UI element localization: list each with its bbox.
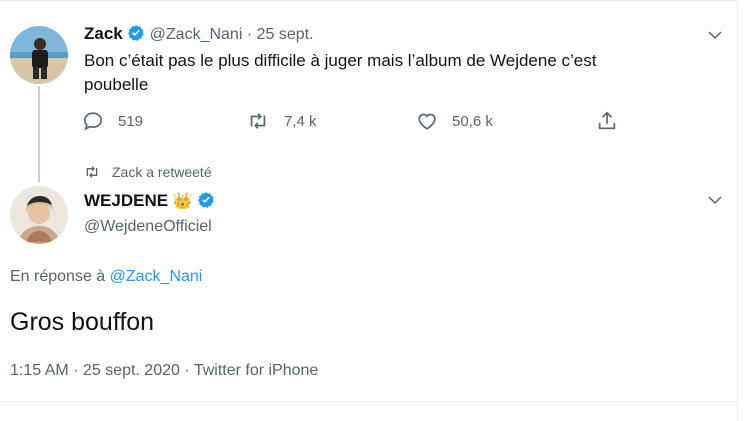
reply-icon bbox=[83, 112, 103, 131]
chevron-down-icon[interactable] bbox=[706, 191, 724, 209]
avatar-wejdene[interactable] bbox=[10, 186, 68, 244]
reply-context: En réponse à @Zack_Nani bbox=[10, 268, 202, 286]
tweet-text-line: Bon c’était pas le plus difficile à juge… bbox=[84, 51, 597, 70]
tweet2-text: Gros bouffon bbox=[10, 308, 155, 336]
author-handle[interactable]: @WejdeneOfficiel bbox=[84, 218, 212, 236]
divider bbox=[0, 401, 738, 402]
reply-button[interactable]: 519 bbox=[82, 110, 143, 132]
dot-separator: · bbox=[246, 26, 253, 43]
author-name[interactable]: Zack bbox=[84, 24, 123, 43]
verified-badge-icon bbox=[198, 192, 214, 208]
tweet1-header: Zack @Zack_Nani · 25 sept. bbox=[84, 24, 314, 44]
tweet-date[interactable]: 25 sept. bbox=[257, 26, 314, 43]
like-icon bbox=[418, 113, 436, 130]
author-handle[interactable]: @Zack_Nani bbox=[150, 26, 243, 43]
retweet-button[interactable]: 7,4 k bbox=[246, 110, 317, 132]
verified-badge-icon bbox=[128, 25, 144, 41]
retweet-icon bbox=[86, 166, 98, 178]
reply-prefix: En réponse à bbox=[10, 268, 106, 285]
thread-connector bbox=[38, 86, 40, 182]
share-button[interactable] bbox=[596, 110, 618, 132]
crown-emoji: 👑 bbox=[172, 193, 193, 210]
share-icon bbox=[598, 111, 616, 130]
like-button[interactable]: 50,6 k bbox=[416, 110, 493, 132]
reply-count: 519 bbox=[118, 112, 144, 130]
retweet-notice[interactable]: Zack a retweeté bbox=[84, 164, 212, 180]
retweet-icon bbox=[250, 113, 266, 129]
chevron-down-icon[interactable] bbox=[706, 26, 724, 44]
retweet-count: 7,4 k bbox=[284, 112, 317, 130]
like-count: 50,6 k bbox=[452, 112, 493, 130]
reply-to-link[interactable]: @Zack_Nani bbox=[110, 268, 203, 285]
tweet-meta[interactable]: 1:15 AM · 25 sept. 2020 · Twitter for iP… bbox=[10, 362, 318, 380]
author-name[interactable]: WEJDENE bbox=[84, 191, 168, 210]
tweet-text-line: poubelle bbox=[84, 75, 149, 94]
retweet-notice-text: Zack a retweeté bbox=[112, 164, 212, 180]
avatar-zack[interactable] bbox=[10, 26, 68, 84]
tweet1-text: Bon c’était pas le plus difficile à juge… bbox=[84, 49, 704, 97]
tweet2-header: WEJDENE 👑 bbox=[84, 191, 215, 211]
